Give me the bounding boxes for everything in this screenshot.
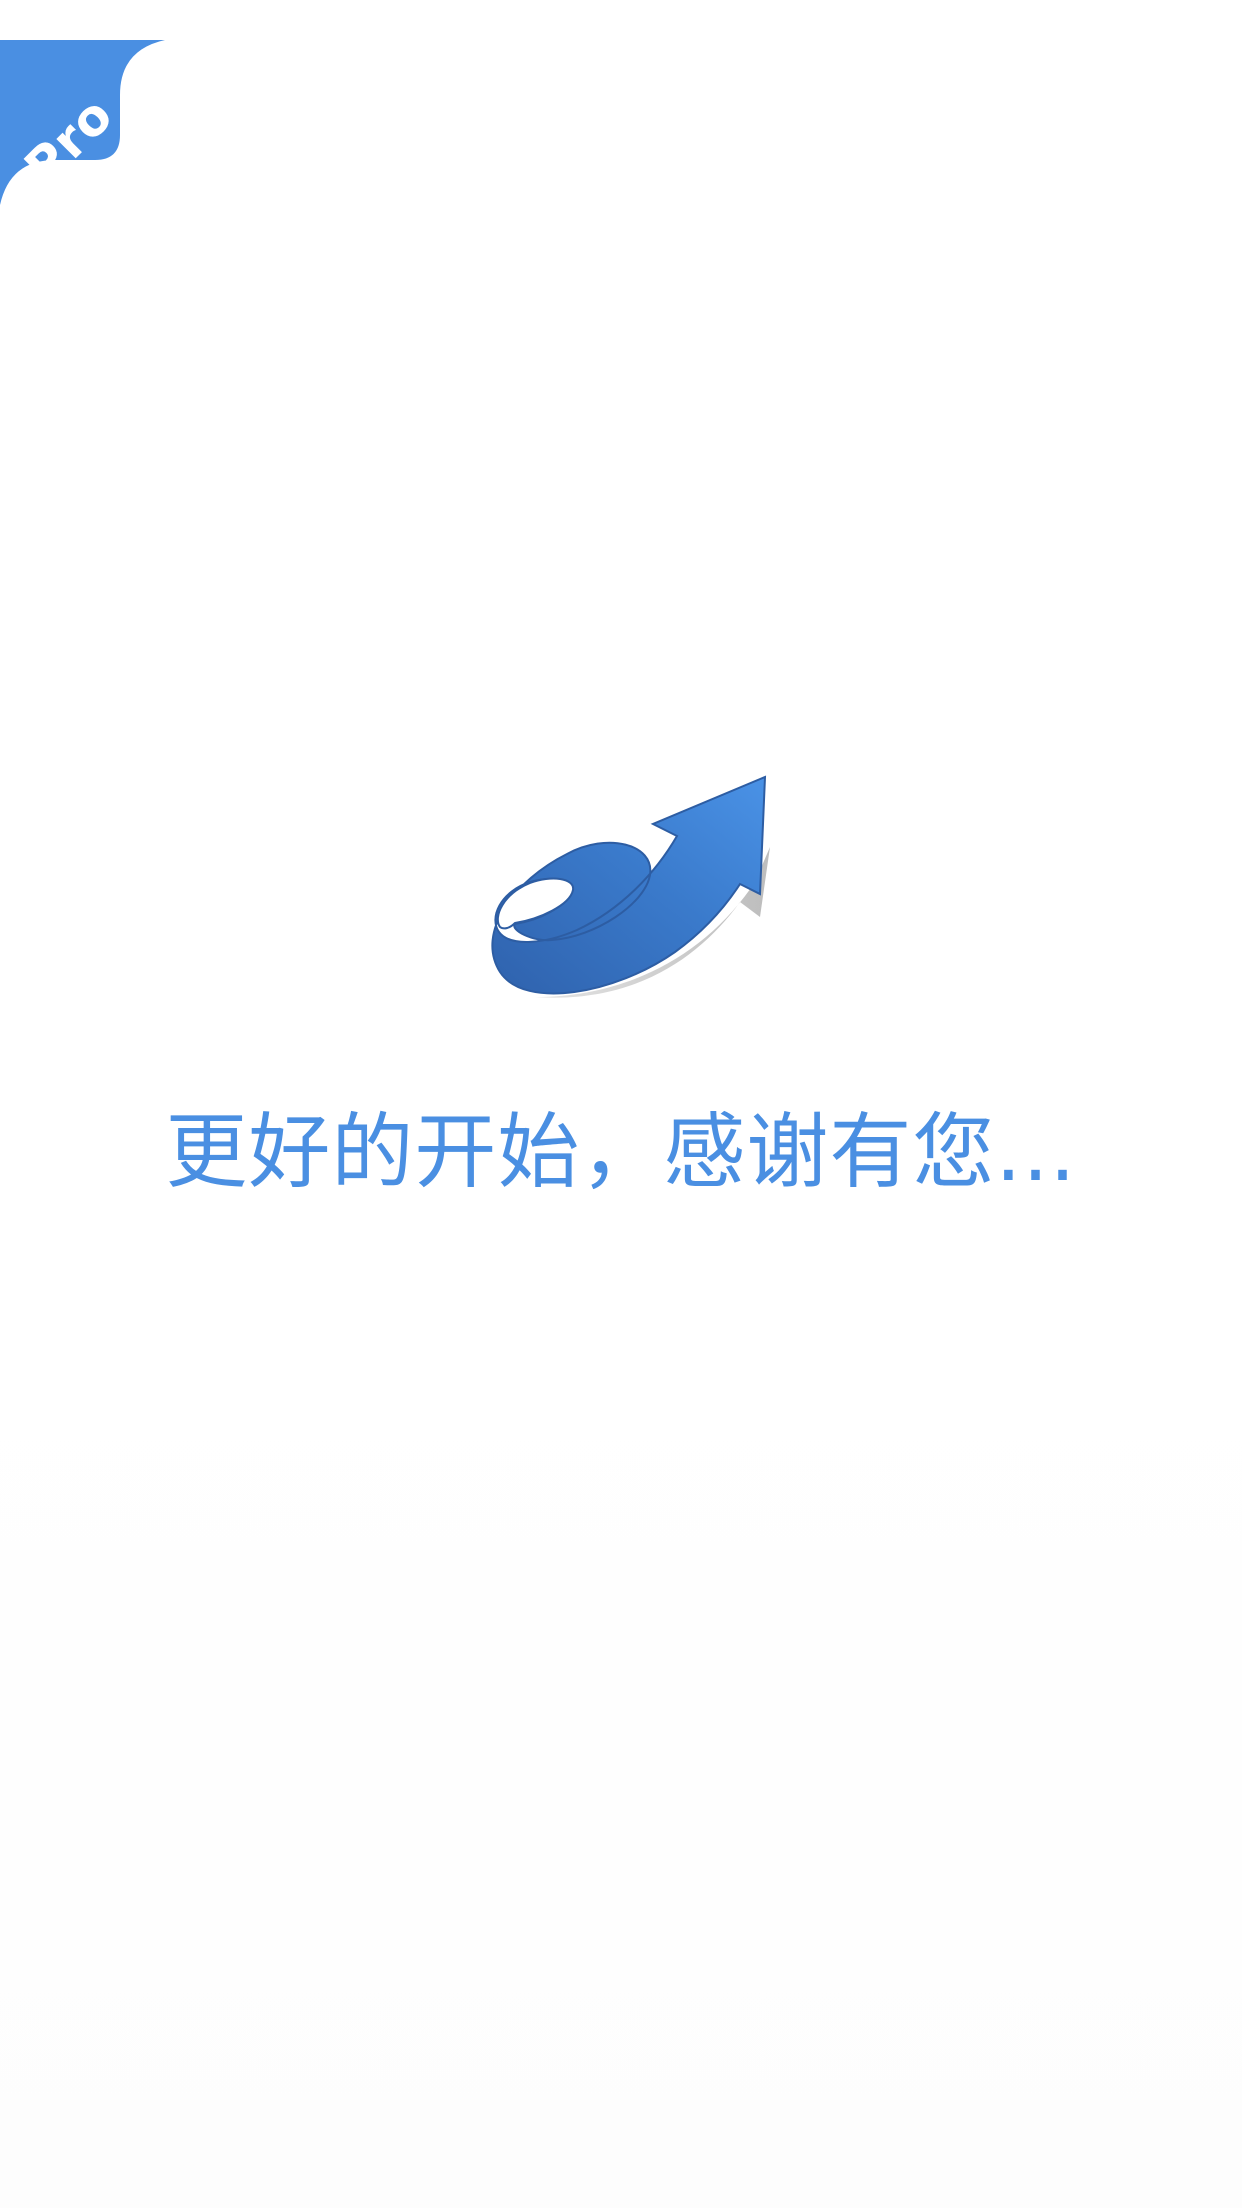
pro-badge: Pro xyxy=(0,40,170,210)
app-logo xyxy=(455,772,785,1012)
splash-screen: Pro 更好的开始，感谢有您... xyxy=(0,0,1242,2208)
tagline-text: 更好的开始，感谢有您... xyxy=(165,1105,1077,1200)
e-arrow-logo-icon xyxy=(491,775,770,998)
